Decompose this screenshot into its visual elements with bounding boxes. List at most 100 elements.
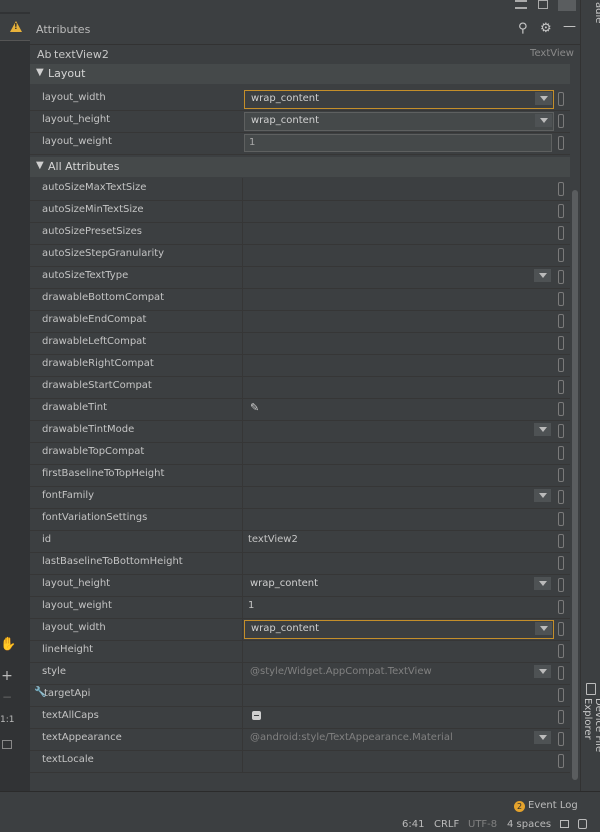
pin-icon[interactable] — [558, 424, 564, 438]
drawabletintmode-dropdown[interactable] — [244, 422, 552, 439]
color-picker-icon[interactable]: ✎ — [250, 401, 259, 414]
column-divider — [242, 750, 243, 772]
pin-icon[interactable] — [558, 666, 564, 680]
device-file-explorer-tab[interactable]: Device File Explorer — [582, 698, 600, 791]
component-name: textView2 — [54, 48, 109, 61]
column-divider — [242, 288, 243, 310]
pin-icon[interactable] — [558, 600, 564, 614]
attribute-row: firstBaselineToTopHeight — [30, 464, 570, 487]
search-icon[interactable]: ⚲ — [518, 21, 528, 36]
chevron-down-icon[interactable] — [535, 114, 552, 127]
attribute-name: drawableTint — [42, 402, 108, 413]
pin-icon[interactable] — [558, 248, 564, 262]
layout-width-combo[interactable]: wrap_content — [244, 90, 554, 109]
pin-icon[interactable] — [558, 754, 564, 768]
pin-icon[interactable] — [558, 622, 564, 636]
pin-icon[interactable] — [558, 490, 564, 504]
preview-icon[interactable] — [558, 0, 576, 11]
warning-bar — [0, 14, 30, 40]
collapse-icon[interactable]: ▼ — [36, 160, 44, 171]
fontfamily-dropdown[interactable] — [244, 488, 552, 505]
chevron-down-icon[interactable] — [534, 577, 551, 590]
pin-icon[interactable] — [558, 556, 564, 570]
pin-icon[interactable] — [558, 468, 564, 482]
zoom-out-icon[interactable]: − — [0, 690, 14, 704]
layout-weight-field[interactable]: 1 — [244, 134, 552, 152]
pin-icon[interactable] — [558, 204, 564, 218]
pin-icon[interactable] — [558, 644, 564, 658]
layout-section-header[interactable]: ▼ Layout — [30, 64, 570, 84]
attribute-value[interactable]: 1 — [248, 600, 254, 611]
lock-icon[interactable] — [560, 820, 569, 828]
attribute-row: textAppearance @android:style/TextAppeara… — [30, 728, 570, 751]
component-type: TextView — [530, 48, 574, 59]
pin-icon[interactable] — [558, 512, 564, 526]
minimize-icon[interactable]: — — [563, 19, 576, 34]
pin-icon[interactable] — [558, 710, 564, 724]
attributes-header: Attributes ⚲ ⚙ — — [30, 14, 580, 45]
chevron-down-icon[interactable] — [535, 622, 552, 635]
attribute-value[interactable]: textView2 — [248, 534, 298, 545]
scrollbar-thumb[interactable] — [572, 190, 578, 780]
attribute-row: drawableBottomCompat — [30, 288, 570, 311]
pin-icon[interactable] — [558, 402, 564, 416]
line-separator[interactable]: CRLF — [434, 819, 459, 830]
pin-icon[interactable] — [558, 446, 564, 460]
pin-icon[interactable] — [558, 136, 564, 150]
zoom-in-icon[interactable]: + — [0, 668, 14, 684]
attribute-name: layout_width — [42, 92, 106, 103]
layout_height-dropdown[interactable]: wrap_content — [244, 576, 552, 593]
chevron-down-icon[interactable] — [534, 665, 551, 678]
pin-icon[interactable] — [558, 270, 564, 284]
attribute-name: layout_height — [42, 578, 111, 589]
indent-setting[interactable]: 4 spaces — [507, 819, 551, 830]
chevron-down-icon[interactable] — [534, 269, 551, 282]
pin-icon[interactable] — [558, 314, 564, 328]
layout_width-dropdown[interactable]: wrap_content — [244, 620, 554, 639]
pin-icon[interactable] — [558, 732, 564, 746]
style-dropdown[interactable]: @style/Widget.AppCompat.TextView — [244, 664, 552, 681]
attribute-name: autoSizePresetSizes — [42, 226, 142, 237]
chevron-down-icon[interactable] — [534, 423, 551, 436]
pin-icon[interactable] — [558, 578, 564, 592]
gear-icon[interactable]: ⚙ — [540, 21, 552, 36]
pin-icon[interactable] — [558, 358, 564, 372]
pin-icon[interactable] — [558, 688, 564, 702]
collapse-icon[interactable]: ▼ — [36, 67, 44, 78]
pin-icon[interactable] — [558, 534, 564, 548]
pin-icon[interactable] — [558, 336, 564, 350]
pin-icon[interactable] — [558, 380, 564, 394]
pin-icon[interactable] — [558, 292, 564, 306]
file-encoding[interactable]: UTF-8 — [468, 819, 497, 830]
dropdown-value: wrap_content — [251, 623, 320, 634]
section-label: All Attributes — [48, 160, 120, 173]
hand-icon[interactable]: ✋ — [0, 637, 16, 652]
autosizetexttype-dropdown[interactable] — [244, 268, 552, 285]
pin-icon[interactable] — [558, 114, 564, 128]
gradle-tab[interactable]: adle — [584, 2, 600, 23]
component-header: Ab textView2 TextView — [30, 45, 580, 65]
warning-icon[interactable] — [10, 21, 22, 32]
textappearance-dropdown[interactable]: @android:style/TextAppearance.Material — [244, 730, 552, 747]
split-view-icon[interactable] — [538, 0, 548, 9]
attribute-name: targetApi — [44, 688, 91, 699]
menu-icon[interactable] — [515, 0, 527, 9]
pin-icon[interactable] — [558, 182, 564, 196]
pin-icon[interactable] — [558, 92, 564, 106]
column-divider — [242, 706, 243, 728]
chevron-down-icon[interactable] — [534, 731, 551, 744]
actual-size-icon[interactable]: 1:1 — [0, 715, 14, 725]
chevron-down-icon[interactable] — [535, 92, 552, 105]
memory-icon[interactable] — [578, 819, 587, 829]
chevron-down-icon[interactable] — [534, 489, 551, 502]
column-divider — [242, 178, 243, 200]
layout-height-combo[interactable]: wrap_content — [244, 112, 554, 131]
pin-icon[interactable] — [558, 226, 564, 240]
text-all-caps-checkbox[interactable] — [252, 711, 261, 720]
caret-position[interactable]: 6:41 — [402, 819, 424, 830]
attribute-row: fontFamily — [30, 486, 570, 509]
all-attributes-section-header[interactable]: ▼ All Attributes — [30, 157, 570, 177]
event-log-link[interactable]: Event Log — [528, 800, 578, 811]
attribute-row: textLocale — [30, 750, 570, 773]
fit-screen-icon[interactable] — [0, 738, 14, 752]
